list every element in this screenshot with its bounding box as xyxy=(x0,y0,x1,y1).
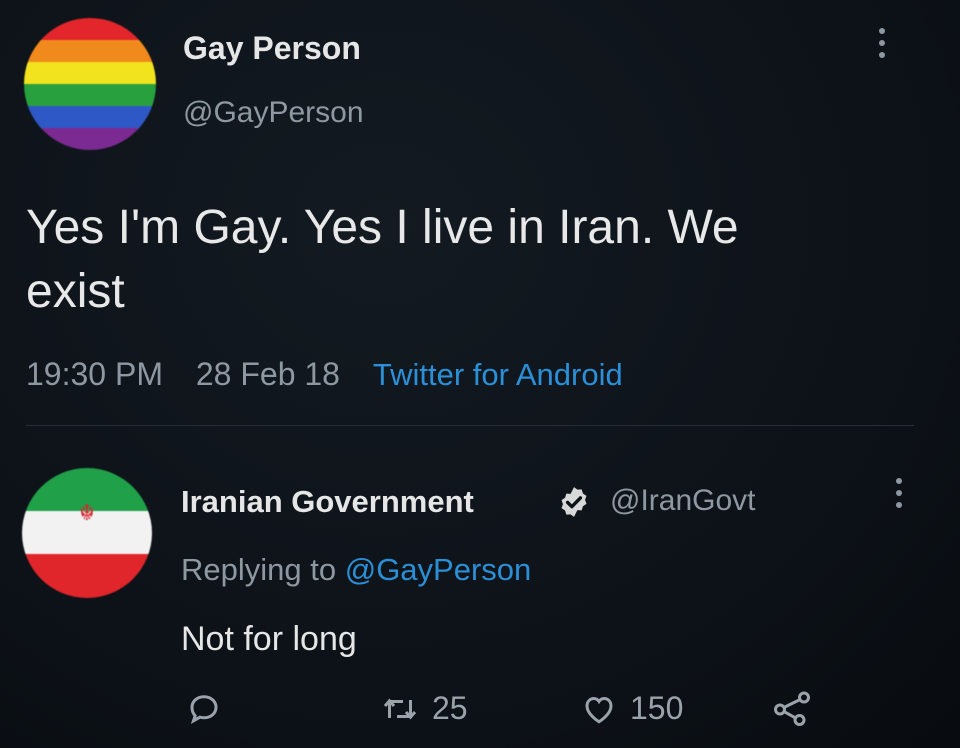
reply-author-handle[interactable]: @IranGovt xyxy=(610,484,756,518)
share-button[interactable] xyxy=(770,690,814,726)
verified-badge-icon xyxy=(557,485,591,519)
like-button[interactable]: 150 xyxy=(580,690,683,727)
divider xyxy=(26,425,914,426)
heart-icon xyxy=(585,696,613,723)
retweet-icon xyxy=(383,697,417,720)
reply-text: Not for long xyxy=(181,620,357,658)
more-options-icon[interactable] xyxy=(876,28,888,72)
reply-button[interactable] xyxy=(186,690,222,726)
author-display-name[interactable]: Gay Person xyxy=(183,30,361,67)
tweet-source-link[interactable]: Twitter for Android xyxy=(373,357,623,392)
retweet-button[interactable]: 25 xyxy=(380,690,468,727)
tweet-metadata: 19:30 PM 28 Feb 18 Twitter for Android xyxy=(26,356,623,393)
tweet-screenshot: Gay Person @GayPerson Yes I'm Gay. Yes I… xyxy=(0,0,960,748)
share-icon xyxy=(774,691,810,726)
tweet-text-line: exist xyxy=(26,265,125,318)
tweet-date: 28 Feb 18 xyxy=(195,356,340,392)
replying-to-mention[interactable]: @GayPerson xyxy=(345,552,532,587)
reply-avatar[interactable]: ☬ xyxy=(22,468,152,598)
tweet-text-line: Yes I'm Gay. Yes I live in Iran. We xyxy=(26,201,739,254)
reply-author-display-name[interactable]: Iranian Government xyxy=(181,484,474,520)
tweet-text: Yes I'm Gay. Yes I live in Iran. We exis… xyxy=(26,196,926,324)
iran-emblem-icon: ☬ xyxy=(79,500,95,525)
reply-icon xyxy=(190,695,218,724)
replying-to: Replying to @GayPerson xyxy=(181,552,531,588)
reply-more-options-icon[interactable] xyxy=(893,478,905,522)
tweet-time: 19:30 PM xyxy=(26,356,163,392)
like-count: 150 xyxy=(630,690,684,726)
replying-to-label: Replying to xyxy=(181,552,337,587)
author-handle[interactable]: @GayPerson xyxy=(183,96,364,130)
user-avatar[interactable] xyxy=(24,18,156,150)
retweet-count: 25 xyxy=(432,690,468,726)
